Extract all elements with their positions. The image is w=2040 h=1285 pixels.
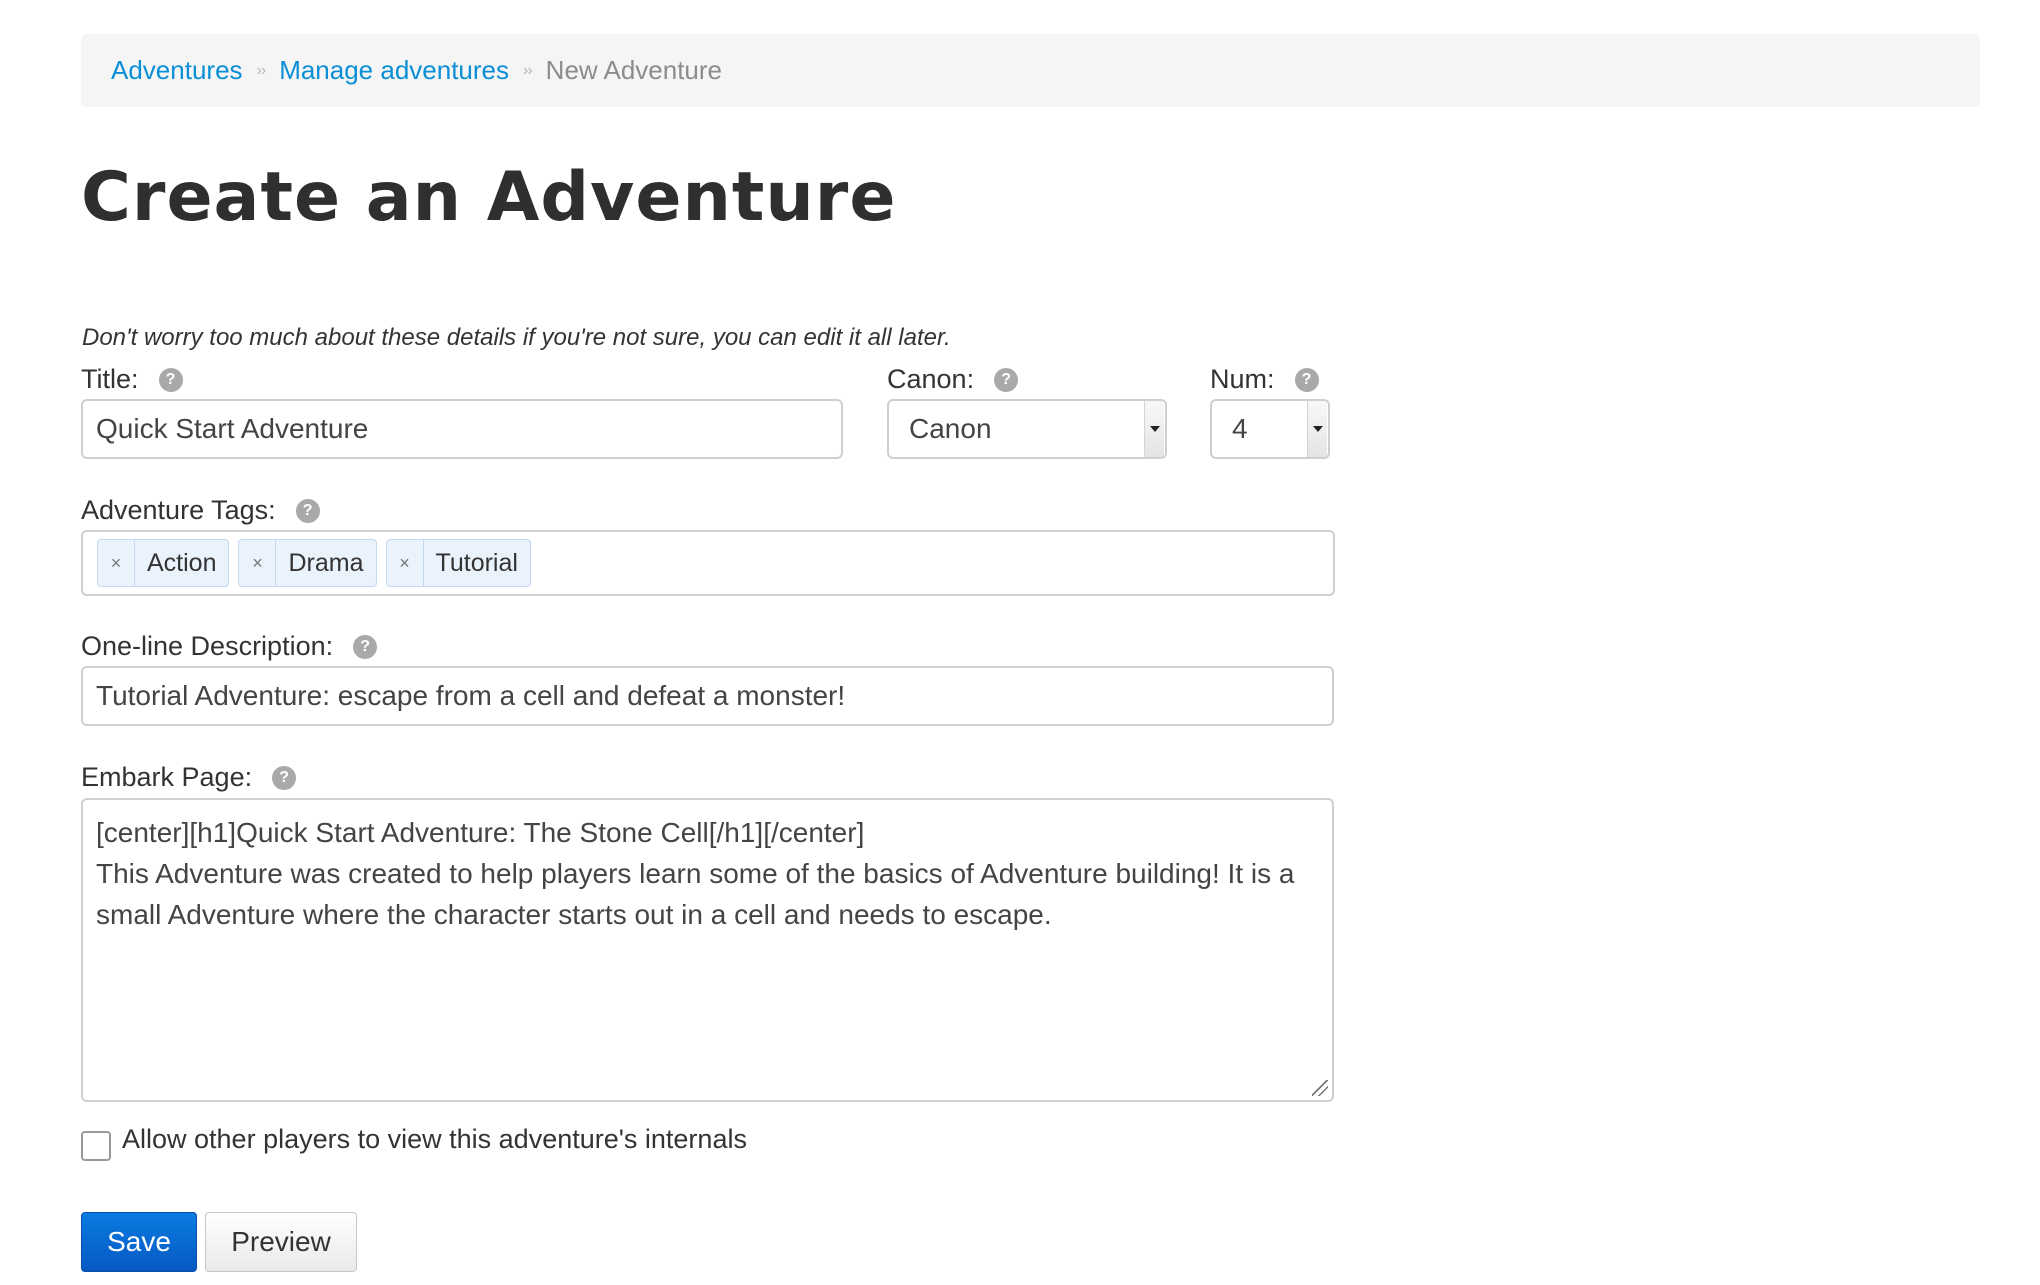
num-select-value: 4 [1232,413,1248,444]
num-label: Num: ? [1210,364,1319,395]
page-title: Create an Adventure [81,158,897,237]
breadcrumb-link-manage-adventures[interactable]: Manage adventures [279,55,509,86]
tags-input[interactable]: × Action × Drama × Tutorial [81,530,1335,596]
tags-help-icon[interactable]: ? [295,498,320,523]
description-help-icon[interactable]: ? [353,634,378,659]
description-input[interactable] [81,666,1334,726]
num-label-text: Num: [1210,364,1275,394]
tag-label: Drama [288,548,364,577]
tag-drama: × Drama [238,539,377,587]
tag-action: × Action [97,539,230,587]
canon-help-icon[interactable]: ? [994,367,1019,392]
close-icon[interactable]: × [387,540,424,586]
chevron-down-icon [1150,426,1160,432]
embark-help-icon[interactable]: ? [272,765,297,790]
breadcrumb-separator: ›› [256,61,267,79]
resize-handle[interactable] [1312,1080,1328,1096]
tags-label: Adventure Tags: ? [81,495,320,526]
num-help-icon[interactable]: ? [1294,367,1319,392]
title-help-icon[interactable]: ? [158,367,183,392]
breadcrumb-link-adventures[interactable]: Adventures [111,55,243,86]
title-label-text: Title: [81,364,139,394]
allow-internals-label[interactable]: Allow other players to view this adventu… [122,1124,747,1155]
breadcrumb: Adventures ›› Manage adventures ›› New A… [81,34,1980,107]
preview-button[interactable]: Preview [205,1212,357,1272]
save-button[interactable]: Save [81,1212,197,1272]
canon-label: Canon: ? [887,364,1019,395]
canon-select-toggle[interactable] [1144,401,1165,457]
description-label: One-line Description: ? [81,631,378,662]
close-icon[interactable]: × [239,540,277,586]
num-select-toggle[interactable] [1307,401,1328,457]
embark-label: Embark Page: ? [81,762,297,793]
tag-label: Action [147,548,217,577]
num-select[interactable]: 4 [1210,399,1330,459]
allow-internals-checkbox[interactable] [81,1131,111,1161]
canon-label-text: Canon: [887,364,975,394]
canon-select-value: Canon [909,413,992,444]
canon-select[interactable]: Canon [887,399,1167,459]
tags-label-text: Adventure Tags: [81,495,276,525]
embark-textarea[interactable]: [center][h1]Quick Start Adventure: The S… [81,798,1334,1102]
close-icon[interactable]: × [98,540,135,586]
title-input[interactable] [81,399,843,459]
page: Adventures ›› Manage adventures ›› New A… [81,34,1981,1272]
embark-label-text: Embark Page: [81,762,253,792]
breadcrumb-separator: ›› [523,61,533,79]
breadcrumb-current: New Adventure [545,55,722,85]
chevron-down-icon [1313,426,1323,432]
tag-label: Tutorial [435,548,518,577]
tag-tutorial: × Tutorial [385,539,531,587]
description-label-text: One-line Description: [81,631,334,661]
title-label: Title: ? [81,364,183,395]
intro-text: Don't worry too much about these details… [82,324,951,351]
